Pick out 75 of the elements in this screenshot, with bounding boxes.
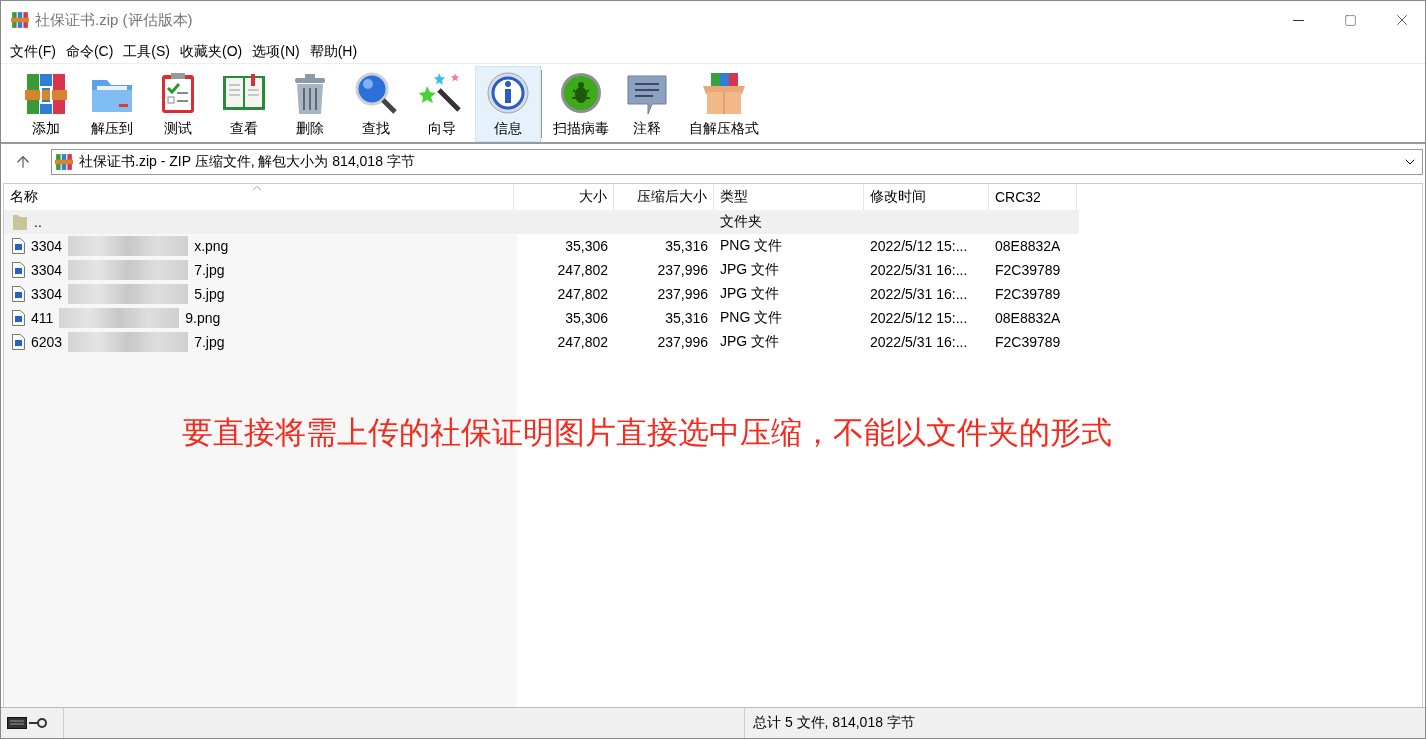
packed-size-cell-text: 237,996	[656, 262, 709, 278]
size-cell-text: 247,802	[556, 286, 609, 302]
image-file-icon	[12, 262, 25, 278]
type-cell-text: 文件夹	[719, 213, 763, 231]
toolbar-button[interactable]: 解压到	[79, 66, 145, 142]
modified-cell-text: 2022/5/31 16:...	[869, 262, 969, 278]
file-name-end: x.png	[194, 238, 229, 254]
file-name-end: 5.jpg	[194, 286, 225, 302]
crc-cell-text: F2C39789	[994, 262, 1062, 278]
image-file-icon	[12, 334, 25, 350]
file-name-start: ..	[34, 214, 42, 230]
toolbar-button[interactable]: 自解压格式	[680, 66, 768, 142]
box-icon	[701, 70, 747, 116]
toolbar-button[interactable]: 删除	[277, 66, 343, 142]
key-icon	[29, 716, 47, 730]
type-cell-text: JPG 文件	[719, 333, 781, 351]
type-cell-text: PNG 文件	[719, 309, 784, 327]
type-cell-text: JPG 文件	[719, 261, 781, 279]
image-file-icon	[12, 238, 25, 254]
file-name-start: 3304	[31, 262, 63, 278]
file-name-start: 3304	[31, 238, 63, 254]
menu-item[interactable]: 命令(C)	[60, 40, 119, 62]
toolbar-button[interactable]: 扫描病毒	[548, 66, 614, 142]
file-name-start: 6203	[31, 334, 63, 350]
packed-size-cell-text: 35,316	[664, 310, 709, 326]
menu-item[interactable]: 选项(N)	[247, 40, 305, 62]
packed-size-cell-text: 237,996	[656, 286, 709, 302]
bug-icon	[558, 70, 604, 116]
type-cell-text: JPG 文件	[719, 285, 781, 303]
size-cell-text: 247,802	[556, 262, 609, 278]
archive-icon	[55, 153, 73, 171]
address-field[interactable]: 社保证书.zip - ZIP 压缩文件, 解包大小为 814,018 字节	[51, 149, 1423, 175]
window-title: 社保证书.zip (评估版本)	[35, 10, 194, 30]
menu-item[interactable]: 帮助(H)	[304, 40, 363, 62]
menu-item[interactable]: 工具(S)	[118, 40, 175, 62]
status-text: 总计 5 文件, 814,018 字节	[744, 708, 915, 738]
minimize-icon	[1292, 19, 1304, 21]
crc-cell-text: 08E8832A	[994, 310, 1062, 326]
address-text: 社保证书.zip - ZIP 压缩文件, 解包大小为 814,018 字节	[79, 153, 416, 171]
toolbar-button[interactable]: 添加	[13, 66, 79, 142]
crc-cell-text: F2C39789	[994, 334, 1062, 350]
type-cell-text: PNG 文件	[719, 237, 784, 255]
packed-size-cell-text: 237,996	[656, 334, 709, 350]
keyboard-icon	[7, 717, 27, 729]
crc-cell-text: F2C39789	[994, 286, 1062, 302]
image-file-icon	[12, 286, 25, 302]
packed-size-cell-text: 35,316	[664, 238, 709, 254]
size-cell-text: 247,802	[556, 334, 609, 350]
toolbar-button[interactable]: 查看	[211, 66, 277, 142]
toolbar-button[interactable]: 查找	[343, 66, 409, 142]
folder-icon	[12, 213, 28, 231]
archive-icon	[11, 11, 29, 29]
magnifier-icon	[353, 70, 399, 116]
toolbar-button[interactable]: 信息	[475, 66, 541, 142]
toolbar-button[interactable]: 向导	[409, 66, 475, 142]
menu-item[interactable]: 收藏夹(O)	[175, 40, 248, 62]
modified-cell-text: 2022/5/12 15:...	[869, 310, 969, 326]
modified-cell-text: 2022/5/12 15:...	[869, 238, 969, 254]
toolbar-button[interactable]: 注释	[614, 66, 680, 142]
size-cell-text: 35,306	[564, 238, 609, 254]
file-name-start: 411	[31, 310, 54, 326]
file-name-start: 3304	[31, 286, 63, 302]
menu-item[interactable]: 文件(F)	[5, 40, 61, 62]
maximize-icon	[1343, 13, 1357, 27]
file-name-end: 7.jpg	[194, 334, 225, 350]
size-cell-text: 35,306	[564, 310, 609, 326]
annotation-text: 要直接将需上传的社保证明图片直接选中压缩，不能以文件夹的形式	[182, 414, 1112, 452]
image-file-icon	[12, 310, 25, 326]
file-name-end: 7.jpg	[194, 262, 225, 278]
toolbar-button[interactable]: 测试	[145, 66, 211, 142]
file-name-end: 9.png	[185, 310, 221, 326]
modified-cell-text: 2022/5/31 16:...	[869, 286, 969, 302]
modified-cell-text: 2022/5/31 16:...	[869, 334, 969, 350]
crc-cell-text: 08E8832A	[994, 238, 1062, 254]
info-icon	[485, 70, 531, 116]
